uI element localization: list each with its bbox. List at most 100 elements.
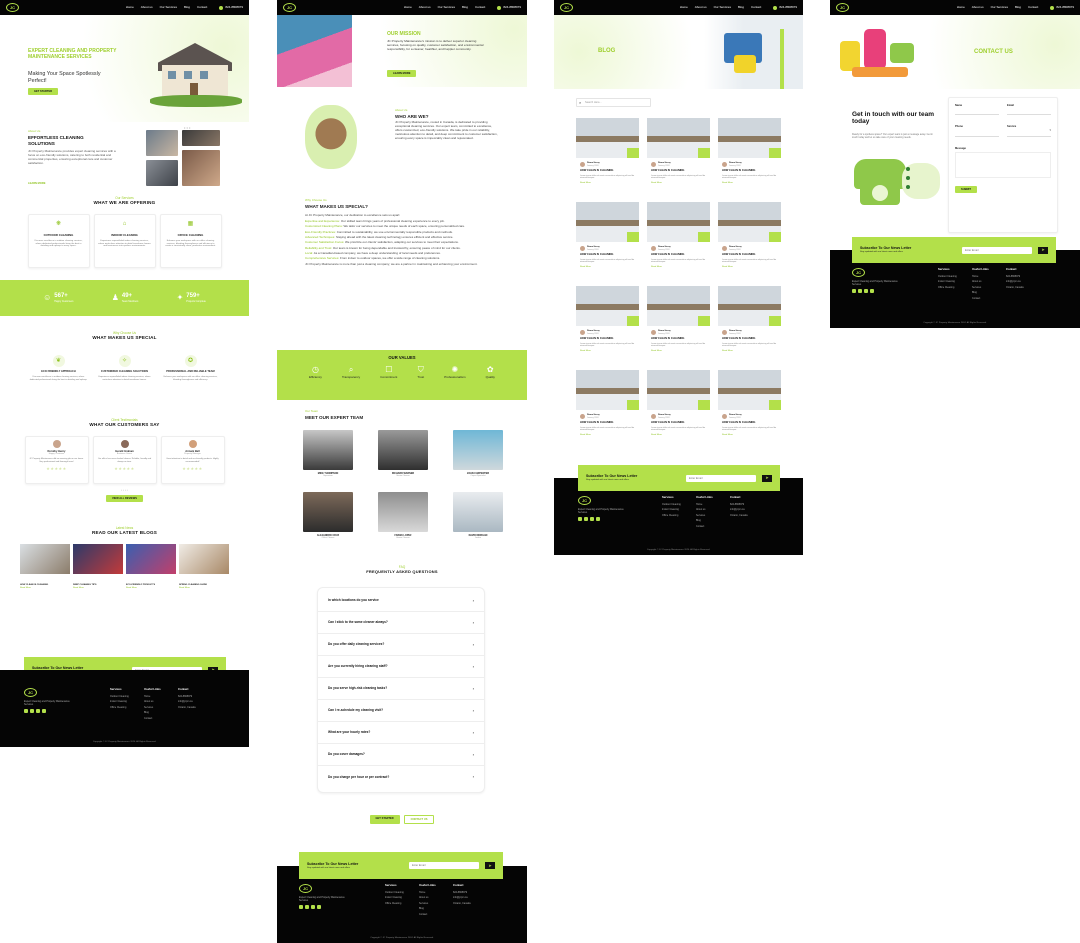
blog-card[interactable]: ECO-FRIENDLY PRODUCTS Read More [126, 544, 176, 590]
about-link[interactable]: LEARN MORE [28, 182, 45, 185]
faq-item[interactable]: What are your hourly rates? › [318, 722, 484, 744]
linkedin-icon[interactable] [870, 289, 874, 294]
blog-post-link[interactable]: Read More [722, 434, 777, 437]
blog-post-link[interactable]: Read More [722, 350, 777, 353]
nav-services[interactable]: Our Services [438, 5, 455, 10]
facebook-icon[interactable] [24, 709, 28, 714]
service-card[interactable]: ▦ OFFICE CLEANING Enhance your workspace… [159, 214, 222, 269]
blog-post-card[interactable]: Diana Henry January 2024 HOW CLEAN IS CLEA… [647, 370, 710, 445]
twitter-icon[interactable] [584, 517, 588, 522]
footer-logo[interactable]: JC [852, 268, 865, 277]
footer-link[interactable]: Outdoor Cleaning [110, 695, 129, 698]
logo[interactable]: JC [6, 3, 19, 12]
facebook-icon[interactable] [578, 517, 582, 522]
logo[interactable]: JC [283, 3, 296, 12]
nav-home[interactable]: Home [957, 5, 965, 10]
faq-item[interactable]: Can I stick to the same cleaner always? › [318, 612, 484, 634]
faq-item[interactable]: Can I re-schedule my cleaning visit? › [318, 700, 484, 722]
blog-post-card[interactable]: Diana Henry January 2024 HOW CLEAN IS CLEA… [647, 202, 710, 277]
nav-blog[interactable]: Blog [462, 5, 468, 10]
blog-post-card[interactable]: Diana Henry January 2024 HOW CLEAN IS CLEA… [576, 370, 639, 445]
blog-search-input[interactable]: Search Here... [576, 98, 651, 107]
footer-link[interactable]: Contact [144, 717, 161, 720]
call-button[interactable]: 824-8808979 [219, 5, 243, 10]
footer-email[interactable]: info@jcpm.ca [453, 896, 471, 899]
send-icon[interactable]: ➤ [485, 862, 495, 869]
footer-link[interactable]: Services [144, 706, 161, 709]
footer-link[interactable]: About us [972, 280, 989, 283]
footer-logo[interactable]: JC [24, 688, 37, 697]
footer-email[interactable]: info@jcpm.ca [1006, 280, 1024, 283]
footer-link[interactable]: Office Cleaning [662, 514, 681, 517]
nav-about[interactable]: About us [695, 5, 707, 10]
facebook-icon[interactable] [852, 289, 856, 294]
blog-post-card[interactable]: Diana Henry January 2024 HOW CLEAN IS CLEA… [576, 118, 639, 193]
nav-blog[interactable]: Blog [184, 5, 190, 10]
name-field[interactable] [955, 107, 999, 116]
footer-link[interactable]: Office Cleaning [385, 902, 404, 905]
nav-contact[interactable]: Contact [197, 5, 207, 10]
blog-link[interactable]: Read More [73, 587, 123, 590]
footer-logo[interactable]: JC [578, 496, 591, 505]
newsletter-email-input[interactable]: Enter Email [686, 474, 756, 482]
nav-services[interactable]: Our Services [160, 5, 177, 10]
footer-link[interactable]: Home [419, 891, 436, 894]
nav-contact[interactable]: Contact [751, 5, 761, 10]
blog-link[interactable]: Read More [20, 587, 70, 590]
footer-link[interactable]: Home [972, 275, 989, 278]
footer-link[interactable]: Outdoor Cleaning [385, 891, 404, 894]
submit-button[interactable]: SUBMIT [955, 186, 977, 194]
footer-email[interactable]: info@jcpm.ca [178, 700, 196, 703]
testimonial-dots[interactable]: • • • • [0, 488, 249, 493]
blog-post-card[interactable]: Diana Henry January 2024 HOW CLEAN IS CLEA… [576, 286, 639, 361]
footer-link[interactable]: Services [696, 514, 713, 517]
linkedin-icon[interactable] [317, 905, 321, 910]
mission-button[interactable]: LEARN MORE [387, 70, 417, 78]
footer-link[interactable]: Indoor Cleaning [110, 700, 129, 703]
blog-post-card[interactable]: Diana Henry January 2024 HOW CLEAN IS CLEA… [647, 118, 710, 193]
service-card[interactable]: ⌂ INDOOR CLEANING Experience unparallele… [93, 214, 156, 269]
footer-link[interactable]: Blog [419, 907, 436, 910]
hero-button[interactable]: GET STARTED [28, 88, 59, 96]
footer-link[interactable]: Office Cleaning [938, 286, 957, 289]
blog-post-card[interactable]: Diana Henry January 2024 HOW CLEAN IS CLEA… [718, 370, 781, 445]
footer-phone[interactable]: 824-8808979 [453, 891, 471, 894]
footer-email[interactable]: info@jcpm.ca [730, 508, 748, 511]
footer-link[interactable]: Office Cleaning [110, 706, 129, 709]
newsletter-email-input[interactable]: Enter Email [962, 246, 1032, 254]
message-field[interactable] [955, 152, 1051, 179]
faq-item[interactable]: Do you serve high-risk cleaning tasks? › [318, 678, 484, 700]
reviews-button[interactable]: VIEW ALL REVIEWS [106, 495, 143, 503]
blog-post-link[interactable]: Read More [580, 434, 635, 437]
blog-card[interactable]: HOW CLEAN IS CLEANING Read More [20, 544, 70, 590]
twitter-icon[interactable] [305, 905, 309, 910]
footer-link[interactable]: Indoor Cleaning [662, 508, 681, 511]
footer-link[interactable]: Home [696, 503, 713, 506]
facebook-icon[interactable] [299, 905, 303, 910]
blog-card[interactable]: SPRING CLEANING GUIDE Read More [179, 544, 229, 590]
blog-post-link[interactable]: Read More [651, 266, 706, 269]
blog-post-card[interactable]: Diana Henry January 2024 HOW CLEAN IS CLEA… [718, 118, 781, 193]
nav-about[interactable]: About us [419, 5, 431, 10]
nav-services[interactable]: Our Services [714, 5, 731, 10]
nav-about[interactable]: About us [972, 5, 984, 10]
call-button[interactable]: 824-8808979 [1050, 5, 1074, 10]
send-icon[interactable]: ➤ [762, 474, 772, 482]
footer-link[interactable]: Indoor Cleaning [938, 280, 957, 283]
twitter-icon[interactable] [30, 709, 34, 714]
linkedin-icon[interactable] [596, 517, 600, 522]
service-select[interactable]: ▾ [1007, 128, 1051, 137]
nav-home[interactable]: Home [126, 5, 134, 10]
blog-post-link[interactable]: Read More [580, 266, 635, 269]
blog-post-card[interactable]: Diana Henry January 2024 HOW CLEAN IS CLEA… [718, 202, 781, 277]
get-started-button[interactable]: GET STARTED [369, 815, 400, 825]
nav-contact[interactable]: Contact [475, 5, 485, 10]
instagram-icon[interactable] [36, 709, 40, 714]
blog-post-link[interactable]: Read More [580, 350, 635, 353]
footer-link[interactable]: Indoor Cleaning [385, 896, 404, 899]
instagram-icon[interactable] [864, 289, 868, 294]
email-field[interactable] [1007, 107, 1051, 116]
nav-contact[interactable]: Contact [1028, 5, 1038, 10]
nav-home[interactable]: Home [404, 5, 412, 10]
faq-item[interactable]: Are you currently hiring cleaning staff?… [318, 656, 484, 678]
